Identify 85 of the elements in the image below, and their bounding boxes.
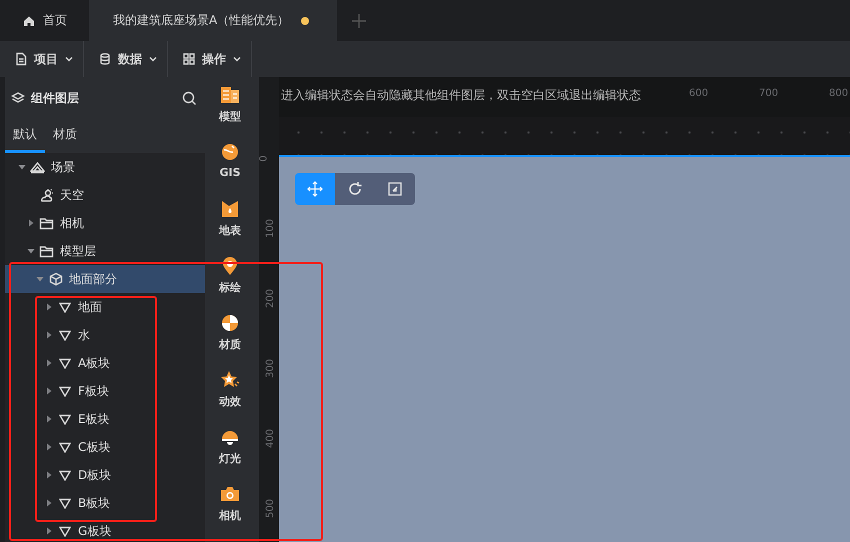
triangle-icon bbox=[56, 470, 73, 480]
move-tool-button[interactable] bbox=[295, 173, 335, 205]
caret-icon[interactable] bbox=[45, 387, 53, 395]
chevron-icon bbox=[232, 54, 242, 64]
camera-icon bbox=[220, 484, 240, 504]
chevron-icon bbox=[148, 54, 158, 64]
tree-item[interactable]: D板块 bbox=[5, 461, 205, 489]
panel-tab[interactable]: 材质 bbox=[45, 119, 85, 153]
terrain-icon bbox=[221, 199, 239, 219]
home-icon bbox=[22, 14, 36, 28]
ruler-label: 400 bbox=[265, 428, 276, 448]
caret-icon[interactable] bbox=[27, 219, 35, 227]
caret-icon[interactable] bbox=[45, 415, 53, 423]
caret-icon[interactable] bbox=[27, 247, 35, 255]
tree-item[interactable]: G板块 bbox=[5, 517, 205, 542]
document-icon bbox=[14, 52, 28, 66]
ruler-label: 300 bbox=[265, 358, 276, 378]
tree-item[interactable]: 水 bbox=[5, 321, 205, 349]
tree-item[interactable]: A板块 bbox=[5, 349, 205, 377]
triangle-icon bbox=[56, 302, 73, 312]
search-icon[interactable] bbox=[182, 90, 197, 106]
panel-title: 组件图层 bbox=[31, 90, 80, 106]
caret-icon[interactable] bbox=[45, 331, 53, 339]
chevron-icon bbox=[64, 54, 74, 64]
tool-button[interactable]: 灯光 bbox=[219, 427, 241, 484]
rotate-icon bbox=[347, 181, 363, 197]
move-arrows-icon bbox=[307, 181, 323, 197]
tool-button[interactable]: 标绘 bbox=[219, 256, 241, 313]
ruler-label: 100 bbox=[265, 218, 276, 238]
building-icon bbox=[220, 85, 240, 105]
triangle-icon bbox=[56, 498, 73, 508]
cube-icon bbox=[47, 272, 64, 286]
tool-button[interactable]: 地表 bbox=[219, 199, 241, 256]
folder-icon bbox=[38, 244, 55, 258]
triangle-icon bbox=[56, 358, 73, 368]
tool-button[interactable]: 相机 bbox=[219, 484, 241, 541]
triangle-icon bbox=[56, 386, 73, 396]
tree-item[interactable]: 场景 bbox=[5, 153, 205, 181]
material-ball-icon bbox=[221, 313, 239, 333]
tree-item[interactable]: 地面 bbox=[5, 293, 205, 321]
cloud-sun-icon bbox=[38, 188, 55, 202]
grid-icon bbox=[182, 52, 196, 66]
caret-icon[interactable] bbox=[45, 499, 53, 507]
caret-icon[interactable] bbox=[18, 163, 26, 171]
tree-item[interactable]: 模型层 bbox=[5, 237, 205, 265]
tool-button[interactable]: 模型 bbox=[219, 85, 241, 142]
caret-icon[interactable] bbox=[45, 527, 53, 535]
panel-tab[interactable]: 默认 bbox=[5, 119, 45, 153]
tool-button[interactable]: GIS bbox=[219, 142, 241, 199]
ruler-label: 800 bbox=[829, 88, 848, 99]
hint-text: 进入编辑状态会自动隐藏其他组件图层，双击空白区域退出编辑状态 bbox=[281, 87, 641, 104]
caret-icon[interactable] bbox=[45, 359, 53, 367]
ruler-label: 0 bbox=[258, 155, 270, 162]
tree-item[interactable]: B板块 bbox=[5, 489, 205, 517]
triangle-icon bbox=[56, 330, 73, 340]
tool-button[interactable]: 动效 bbox=[219, 370, 241, 427]
triangle-icon bbox=[56, 414, 73, 424]
ruler-label: 600 bbox=[689, 88, 708, 99]
tree-item[interactable]: 相机 bbox=[5, 209, 205, 237]
rotate-tool-button[interactable] bbox=[335, 173, 375, 205]
star-icon bbox=[220, 370, 240, 390]
database-icon bbox=[98, 52, 112, 66]
globe-icon bbox=[220, 142, 239, 162]
caret-icon[interactable] bbox=[45, 443, 53, 451]
ruler-label: 500 bbox=[265, 498, 276, 518]
ruler-label: 200 bbox=[265, 288, 276, 308]
tab[interactable]: 我的建筑底座场景A（性能优先） bbox=[89, 0, 338, 41]
ruler-label: 700 bbox=[759, 88, 778, 99]
layers-icon bbox=[11, 91, 25, 105]
tree-item[interactable]: F板块 bbox=[5, 377, 205, 405]
folder-icon bbox=[38, 216, 55, 230]
tree-item[interactable]: E板块 bbox=[5, 405, 205, 433]
caret-icon[interactable] bbox=[45, 303, 53, 311]
tool-button[interactable]: 材质 bbox=[219, 313, 241, 370]
map-pin-icon bbox=[222, 256, 238, 276]
resize-icon bbox=[387, 181, 403, 197]
tree-item[interactable]: 天空 bbox=[5, 181, 205, 209]
caret-icon[interactable] bbox=[45, 471, 53, 479]
triangle-icon bbox=[56, 442, 73, 452]
caret-icon[interactable] bbox=[36, 275, 44, 283]
triangle-icon bbox=[56, 526, 73, 536]
scale-tool-button[interactable] bbox=[375, 173, 415, 205]
tree-item[interactable]: 地面部分 bbox=[5, 265, 205, 293]
tree-item[interactable]: C板块 bbox=[5, 433, 205, 461]
mountain-icon bbox=[29, 160, 46, 174]
